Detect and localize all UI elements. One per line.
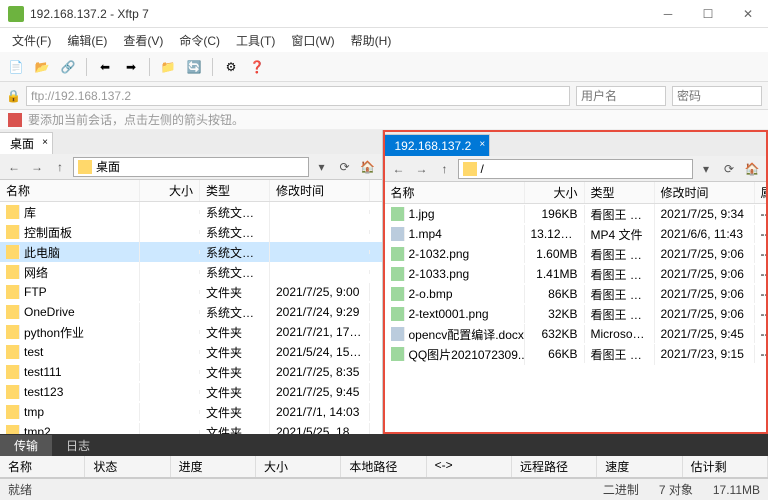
transfer-left-icon[interactable]: ⬅ (95, 57, 115, 77)
refresh-icon[interactable]: ⟳ (719, 159, 739, 179)
list-item[interactable]: FTP文件夹2021/7/25, 9:00 (0, 282, 382, 302)
help-icon[interactable]: ❓ (247, 57, 267, 77)
column-header[interactable]: 大小 (140, 180, 200, 201)
menu-item[interactable]: 帮助(H) (345, 30, 398, 51)
menu-item[interactable]: 窗口(W) (285, 30, 340, 51)
transfer-column: 名称 (0, 456, 85, 477)
hint-bar: 要添加当前会话，点击左侧的箭头按钮。 (0, 110, 768, 130)
list-item[interactable]: python作业文件夹2021/7/21, 17:16 (0, 322, 382, 342)
home-icon[interactable]: 🏠 (358, 157, 378, 177)
transfer-tabs: 传输日志 (0, 434, 768, 456)
column-header[interactable]: 修改时间 (655, 182, 755, 203)
forward-button[interactable]: → (412, 159, 432, 179)
dropdown-icon[interactable]: ▾ (696, 159, 716, 179)
transfer-column: 状态 (85, 456, 170, 477)
menu-item[interactable]: 工具(T) (230, 30, 281, 51)
transfer-column: <-> (427, 456, 512, 477)
status-mode: 二进制 (603, 481, 639, 498)
tab-remote[interactable]: 192.168.137.2× (385, 134, 491, 156)
transfer-column: 大小 (256, 456, 341, 477)
refresh-icon[interactable]: 🔄 (184, 57, 204, 77)
list-item[interactable]: test123文件夹2021/7/25, 9:45 (0, 382, 382, 402)
list-item[interactable]: QQ图片2021072309...66KB看图王 JP...2021/7/23,… (385, 344, 767, 364)
transfer-column: 远程路径 (512, 456, 597, 477)
close-icon[interactable]: × (479, 139, 485, 150)
remote-file-list[interactable]: 名称大小类型修改时间属性 1.jpg196KB看图王 JP...2021/7/2… (385, 182, 767, 432)
list-item[interactable]: 1.jpg196KB看图王 JP...2021/7/25, 9:34----- (385, 204, 767, 224)
local-panel: 桌面× ← → ↑ 桌面 ▾ ⟳ 🏠 名称大小类型修改时间 库系统文件夹控制面板… (0, 130, 383, 434)
username-input[interactable] (576, 86, 666, 106)
dropdown-icon[interactable]: ▾ (312, 157, 332, 177)
toolbar: 📄 📂 🔗 ⬅ ➡ 📁 🔄 ⚙ ❓ (0, 52, 768, 82)
home-icon[interactable]: 🏠 (742, 159, 762, 179)
column-header[interactable]: 大小 (525, 182, 585, 203)
column-header[interactable]: 名称 (385, 182, 525, 203)
list-item[interactable]: 库系统文件夹 (0, 202, 382, 222)
list-item[interactable]: 1.mp413.12MBMP4 文件2021/6/6, 11:43----- (385, 224, 767, 244)
column-header[interactable]: 类型 (200, 180, 270, 201)
list-item[interactable]: 2-1033.png1.41MB看图王 PN...2021/7/25, 9:06… (385, 264, 767, 284)
remote-panel: 192.168.137.2× ← → ↑ / ▾ ⟳ 🏠 名称大小类型修改时间属… (383, 130, 768, 434)
menu-item[interactable]: 命令(C) (173, 30, 226, 51)
back-button[interactable]: ← (389, 159, 409, 179)
list-item[interactable]: test文件夹2021/5/24, 15:22 (0, 342, 382, 362)
transfer-column: 速度 (597, 456, 682, 477)
lock-icon: 🔒 (6, 89, 20, 103)
list-item[interactable]: OneDrive系统文件夹2021/7/24, 9:29 (0, 302, 382, 322)
status-ready: 就绪 (8, 481, 32, 498)
open-icon[interactable]: 📂 (32, 57, 52, 77)
local-path-input[interactable]: 桌面 (73, 157, 309, 177)
new-folder-icon[interactable]: 📁 (158, 57, 178, 77)
back-button[interactable]: ← (4, 157, 24, 177)
flag-icon (8, 113, 22, 127)
column-header[interactable]: 属性 (755, 182, 767, 203)
menu-item[interactable]: 查看(V) (117, 30, 169, 51)
hint-text: 要添加当前会话，点击左侧的箭头按钮。 (28, 111, 244, 128)
transfer-column: 估计剩 (683, 456, 768, 477)
connect-icon[interactable]: 🔗 (58, 57, 78, 77)
refresh-icon[interactable]: ⟳ (335, 157, 355, 177)
settings-icon[interactable]: ⚙ (221, 57, 241, 77)
list-item[interactable]: 此电脑系统文件夹 (0, 242, 382, 262)
window-title: 192.168.137.2 - Xftp 7 (30, 7, 648, 21)
bottom-tab[interactable]: 传输 (0, 435, 52, 456)
remote-path-input[interactable]: / (458, 159, 694, 179)
list-item[interactable]: 控制面板系统文件夹 (0, 222, 382, 242)
status-size: 17.11MB (713, 483, 760, 497)
maximize-button[interactable]: ☐ (688, 0, 728, 28)
list-item[interactable]: tmp2文件夹2021/5/25, 18:02 (0, 422, 382, 434)
list-item[interactable]: test111文件夹2021/7/25, 8:35 (0, 362, 382, 382)
menu-item[interactable]: 编辑(E) (61, 30, 113, 51)
bottom-tab[interactable]: 日志 (52, 435, 104, 456)
list-item[interactable]: 2-1032.png1.60MB看图王 PN...2021/7/25, 9:06… (385, 244, 767, 264)
up-button[interactable]: ↑ (50, 157, 70, 177)
menu-bar: 文件(F)编辑(E)查看(V)命令(C)工具(T)窗口(W)帮助(H) (0, 28, 768, 52)
tab-local[interactable]: 桌面× (0, 132, 53, 154)
password-input[interactable] (672, 86, 762, 106)
close-button[interactable]: ✕ (728, 0, 768, 28)
local-file-list[interactable]: 名称大小类型修改时间 库系统文件夹控制面板系统文件夹此电脑系统文件夹网络系统文件… (0, 180, 382, 434)
new-session-icon[interactable]: 📄 (6, 57, 26, 77)
list-item[interactable]: 2-text0001.png32KB看图王 PN...2021/7/25, 9:… (385, 304, 767, 324)
list-item[interactable]: opencv配置编译.docx632KBMicrosoft...2021/7/2… (385, 324, 767, 344)
column-header[interactable]: 类型 (585, 182, 655, 203)
transfer-header: 名称状态进度大小本地路径<->远程路径速度估计剩 (0, 456, 768, 478)
list-item[interactable]: tmp文件夹2021/7/1, 14:03 (0, 402, 382, 422)
up-button[interactable]: ↑ (435, 159, 455, 179)
close-icon[interactable]: × (42, 137, 48, 148)
forward-button[interactable]: → (27, 157, 47, 177)
menu-item[interactable]: 文件(F) (6, 30, 57, 51)
list-item[interactable]: 2-o.bmp86KB看图王 BM...2021/7/25, 9:06----- (385, 284, 767, 304)
column-header[interactable]: 修改时间 (270, 180, 370, 201)
list-item[interactable]: 网络系统文件夹 (0, 262, 382, 282)
status-objects: 7 对象 (659, 481, 693, 498)
address-input[interactable] (26, 86, 570, 106)
app-logo-icon (8, 6, 24, 22)
transfer-column: 进度 (171, 456, 256, 477)
transfer-right-icon[interactable]: ➡ (121, 57, 141, 77)
minimize-button[interactable]: ─ (648, 0, 688, 28)
transfer-column: 本地路径 (341, 456, 426, 477)
column-header[interactable]: 名称 (0, 180, 140, 201)
